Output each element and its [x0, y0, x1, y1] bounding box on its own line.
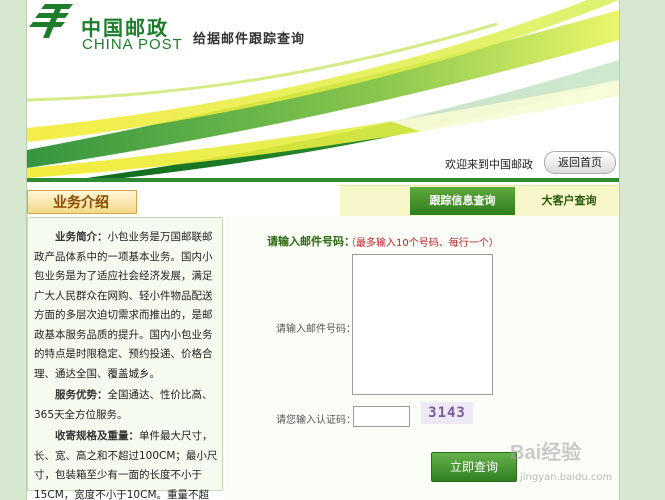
baidu-watermark: Bai经验: [510, 442, 582, 464]
logo-english-text: CHINA POST: [82, 36, 183, 53]
business-intro-box: 业务简介：小包业务是万国邮联邮政产品体系中的一项基本业务。国内小包业务是为了适应…: [27, 217, 223, 500]
spec-heading: 收寄规格及重量：: [55, 430, 139, 442]
verify-code-input[interactable]: [353, 406, 410, 427]
spec-paragraph: 收寄规格及重量：单件最大尺寸，长、宽、高之和不超过100CM；最小尺寸，包装箱至…: [34, 427, 218, 500]
intro-text: 小包业务是万国邮联邮政产品体系中的一项基本业务。国内小包业务是为了适应社会经济发…: [34, 231, 213, 380]
tab-key-account-query[interactable]: 大客户查询: [519, 187, 619, 215]
verify-code-label: 请您输入认证码：: [276, 415, 356, 426]
mail-number-hint: （最多输入10个号码、每行一个）: [346, 238, 499, 249]
intro-paragraph: 业务简介：小包业务是万国邮联邮政产品体系中的一项基本业务。国内小包业务是为了适应…: [34, 228, 218, 384]
mail-number-textarea[interactable]: [352, 254, 493, 395]
advantage-paragraph: 服务优势：全国通达、性价比高、365天全方位服务。: [34, 386, 218, 425]
submit-query-button[interactable]: 立即查询: [431, 452, 517, 482]
mail-number-label: 请输入邮件号码：: [267, 235, 355, 248]
header-banner: 中国邮政 CHINA POST 给据邮件跟踪查询 欢迎来到中国邮政 返回首页: [27, 0, 619, 180]
tab-tracking-query[interactable]: 跟踪信息查询: [410, 187, 515, 215]
welcome-text: 欢迎来到中国邮政: [445, 158, 533, 171]
return-home-button[interactable]: 返回首页: [544, 151, 616, 174]
advantage-heading: 服务优势：: [55, 389, 108, 401]
page-slogan: 给据邮件跟踪查询: [193, 32, 306, 47]
page-frame: 中国邮政 CHINA POST 给据邮件跟踪查询 欢迎来到中国邮政 返回首页 业…: [26, 0, 620, 500]
business-intro-title: 业务介绍: [27, 190, 137, 214]
intro-heading: 业务简介：: [55, 231, 108, 243]
header-divider: [27, 178, 619, 182]
textarea-label: 请输入邮件号码：: [276, 324, 356, 335]
captcha-image[interactable]: 3143: [421, 402, 473, 424]
baidu-watermark-url: jingyan.baidu.com: [520, 472, 613, 483]
china-post-logo-icon: [29, 4, 73, 38]
